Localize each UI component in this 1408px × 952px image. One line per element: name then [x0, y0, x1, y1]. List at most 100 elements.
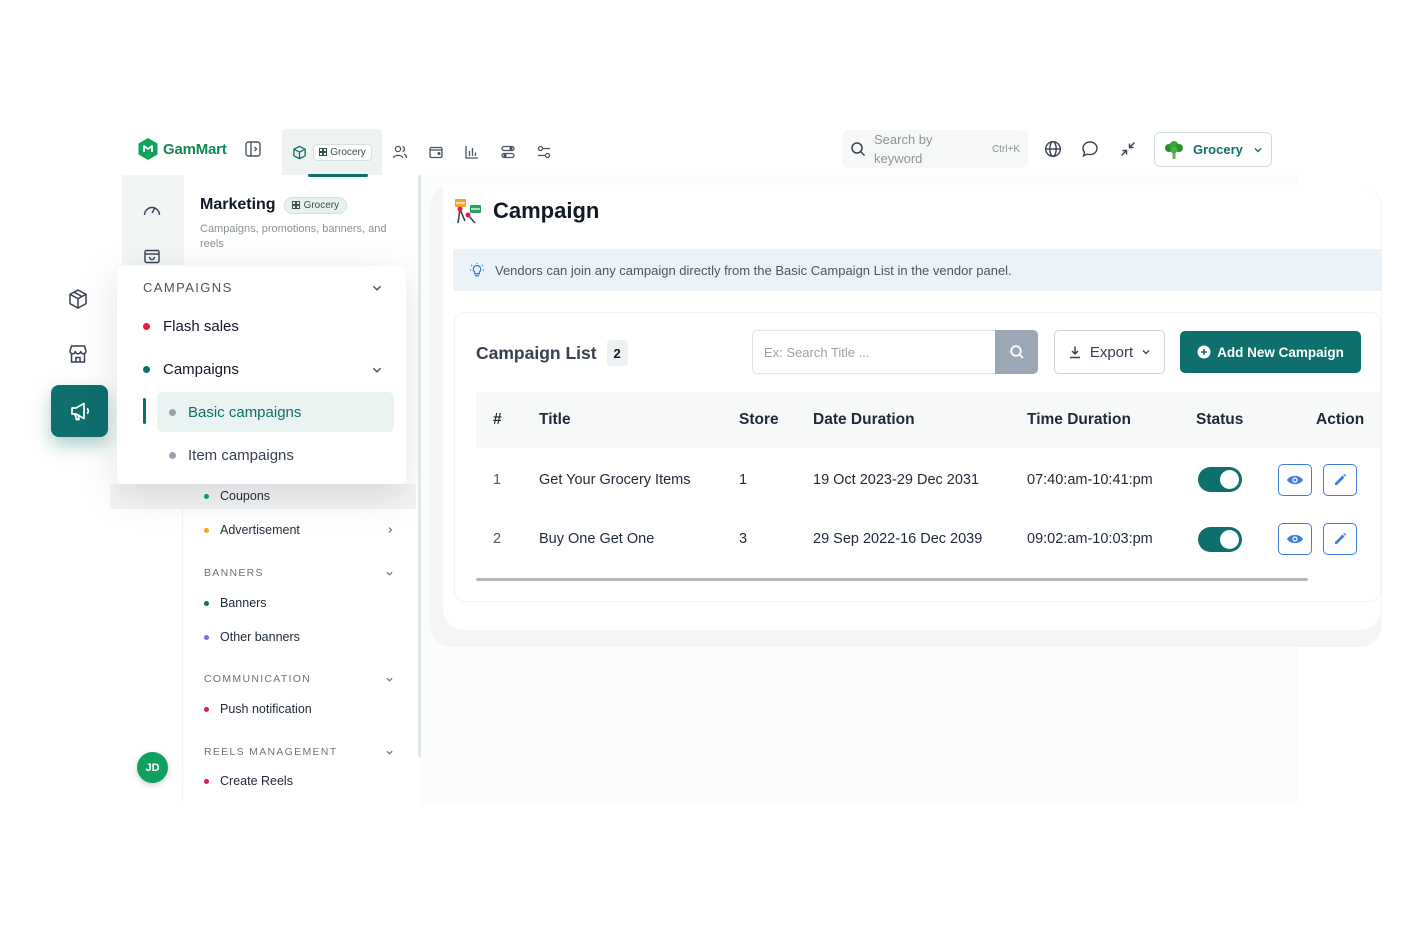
pencil-icon — [1335, 473, 1347, 485]
cube-icon — [69, 289, 87, 309]
menu-group-communication[interactable]: COMMUNICATION — [204, 673, 394, 685]
tab-users[interactable] — [382, 134, 418, 170]
column-header-time-duration[interactable]: Time Duration — [1027, 411, 1131, 429]
eye-icon — [1287, 475, 1303, 485]
menu-item-push-notification[interactable]: Push notification — [204, 702, 312, 716]
status-dot — [204, 493, 209, 499]
column-header-title[interactable]: Title — [539, 411, 571, 429]
global-search[interactable]: Search by keyword Ctrl+K — [842, 130, 1028, 168]
campaign-list-title: Campaign List — [476, 342, 597, 363]
status-dot — [204, 778, 209, 784]
settings-sliders-icon — [501, 145, 515, 159]
row-1-edit-button[interactable] — [1323, 464, 1357, 496]
submenu-guide-line — [182, 484, 183, 802]
chevron-down-icon — [386, 571, 393, 576]
status-dot — [143, 366, 150, 373]
avatar[interactable]: JD — [137, 752, 168, 783]
chevron-down-icon — [386, 750, 393, 755]
info-banner-text: Vendors can join any campaign directly f… — [495, 262, 1012, 278]
status-dot — [204, 706, 209, 712]
status-dot — [143, 323, 150, 330]
collapse-button[interactable] — [1117, 138, 1139, 160]
tab-reports[interactable] — [454, 134, 490, 170]
campaign-search-input[interactable] — [752, 330, 995, 374]
broccoli-icon — [1165, 140, 1183, 159]
table-header-row — [476, 392, 1380, 448]
status-dot — [204, 634, 209, 640]
tab-marketing[interactable]: Grocery — [282, 129, 382, 177]
toggles-icon — [537, 145, 551, 159]
status-dot — [169, 452, 176, 459]
menu-item-item-campaigns[interactable]: Item campaigns — [169, 447, 294, 464]
globe-icon — [1044, 140, 1062, 158]
search-icon — [851, 142, 866, 157]
menu-item-advertisement[interactable]: Advertisement — [204, 523, 394, 537]
menu-item-banners[interactable]: Banners — [204, 596, 267, 610]
status-dot — [204, 527, 209, 533]
rail-dashboard[interactable] — [141, 199, 163, 221]
row-2-view-button[interactable] — [1278, 523, 1312, 555]
row-2-time-duration: 09:02:am-10:03:pm — [1027, 531, 1153, 547]
section-header: Marketing Grocery — [200, 196, 348, 214]
chat-bubble-icon — [1082, 141, 1098, 158]
menu-item-create-reels[interactable]: Create Reels — [204, 774, 293, 788]
rail-products[interactable] — [67, 288, 89, 310]
tab-integrations[interactable] — [490, 134, 526, 170]
messages-button[interactable] — [1079, 138, 1101, 160]
brand-logo-icon — [138, 138, 158, 160]
menu-item-other-banners[interactable]: Other banners — [204, 630, 300, 644]
chevron-down-icon — [1142, 350, 1150, 355]
add-new-campaign-button[interactable]: Add New Campaign — [1180, 331, 1361, 373]
grid-icon — [291, 201, 300, 209]
menu-item-coupons[interactable]: Coupons — [204, 489, 270, 503]
row-1-store: 1 — [739, 472, 748, 488]
status-dot — [204, 600, 209, 606]
row-1-index: 1 — [493, 472, 502, 488]
store-select[interactable]: Grocery — [1154, 132, 1272, 167]
search-icon — [1009, 345, 1024, 359]
export-button[interactable]: Export — [1054, 330, 1165, 374]
row-1-title: Get Your Grocery Items — [539, 472, 691, 488]
brand[interactable]: GamMart — [137, 136, 227, 162]
active-indicator — [143, 398, 146, 424]
row-2-index: 2 — [493, 531, 502, 547]
chevron-down-icon — [372, 285, 382, 291]
menu-group-banners[interactable]: BANNERS — [204, 567, 394, 579]
sidebar-toggle-icon[interactable] — [244, 140, 262, 158]
top-nav-tabs: Grocery — [282, 128, 562, 177]
column-header-date-duration[interactable]: Date Duration — [813, 411, 915, 429]
menu-item-flash-sales[interactable]: Flash sales — [143, 318, 239, 335]
tab-configuration[interactable] — [526, 134, 562, 170]
table-horizontal-scrollbar[interactable] — [476, 578, 1308, 581]
chevron-down-icon — [386, 677, 393, 682]
column-header-store[interactable]: Store — [739, 411, 779, 429]
menu-item-campaigns[interactable]: Campaigns — [143, 361, 383, 378]
rail-marketing[interactable] — [51, 385, 108, 437]
info-banner: Vendors can join any campaign directly f… — [453, 249, 1382, 291]
tab-wallet[interactable] — [418, 134, 454, 170]
row-1-view-button[interactable] — [1278, 464, 1312, 496]
row-2-status-toggle[interactable] — [1198, 527, 1242, 552]
menu-item-basic-campaigns[interactable]: Basic campaigns — [157, 392, 394, 432]
chevron-down-icon — [1254, 147, 1262, 152]
campaign-icon — [455, 199, 481, 224]
search-placeholder: Search by keyword — [874, 132, 933, 166]
search-shortcut: Ctrl+K — [991, 143, 1020, 155]
menu-group-reels[interactable]: REELS MANAGEMENT — [204, 746, 394, 758]
campaign-search-button[interactable] — [995, 330, 1038, 374]
page-header: Campaign — [453, 197, 599, 225]
row-1-status-toggle[interactable] — [1198, 467, 1242, 492]
column-header-index: # — [493, 411, 502, 428]
plus-circle-icon — [1197, 345, 1211, 359]
bar-chart-icon — [465, 146, 478, 159]
rail-stores[interactable] — [67, 343, 89, 365]
menu-group-campaigns[interactable]: CAMPAIGNS — [143, 280, 383, 295]
rail-orders[interactable] — [141, 244, 163, 266]
language-button[interactable] — [1042, 138, 1064, 160]
page-title: Campaign — [493, 198, 600, 223]
row-2-edit-button[interactable] — [1323, 523, 1357, 555]
chevron-down-icon — [372, 367, 382, 373]
row-1-time-duration: 07:40:am-10:41:pm — [1027, 472, 1153, 488]
column-header-status[interactable]: Status — [1196, 411, 1243, 429]
megaphone-icon — [70, 402, 89, 421]
